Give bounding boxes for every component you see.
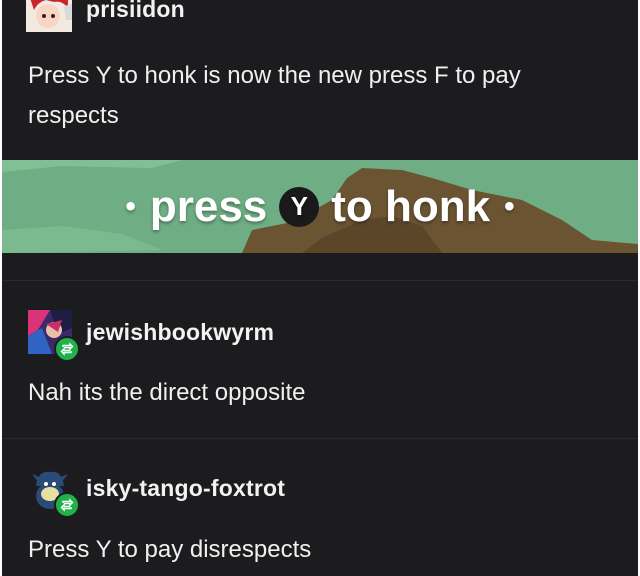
username[interactable]: prisiidon — [86, 0, 185, 23]
reblog-icon — [54, 492, 80, 518]
divider — [2, 438, 638, 439]
reblog-text: Nah its the direct opposite — [28, 379, 306, 406]
reblog-header: isky-tango-foxtrot — [28, 466, 285, 518]
divider — [2, 280, 638, 281]
pokemon-avatar-icon[interactable] — [28, 466, 80, 518]
username[interactable]: isky-tango-foxtrot — [86, 475, 285, 502]
banner-caption: • press Y to honk • — [2, 160, 638, 253]
banner-word-to-honk: to honk — [331, 181, 491, 231]
dashboard-frame: prisiidon Press Y to honk is now the new… — [2, 0, 638, 576]
banner-word-press: press — [149, 181, 268, 231]
reblog-header: jewishbookwyrm — [28, 310, 274, 362]
bullet-left: • — [125, 189, 136, 223]
username[interactable]: jewishbookwyrm — [86, 319, 274, 346]
reblog-arrows-icon — [60, 498, 74, 512]
y-button-icon: Y — [279, 186, 320, 227]
y-button-letter: Y — [290, 191, 308, 221]
colorful-art-avatar-icon[interactable] — [28, 310, 80, 362]
post-header: prisiidon — [26, 0, 185, 32]
press-y-to-honk-banner: • press Y to honk • — [2, 160, 638, 253]
reblog-arrows-icon — [60, 342, 74, 356]
post-text: Press Y to honk is now the new press F t… — [28, 62, 521, 129]
bullet-right: • — [504, 189, 515, 223]
anime-character-icon — [26, 0, 72, 32]
reblog-icon — [54, 336, 80, 362]
reblog-text: Press Y to pay disrespects — [28, 536, 312, 563]
anime-character-avatar-icon[interactable] — [26, 0, 72, 32]
